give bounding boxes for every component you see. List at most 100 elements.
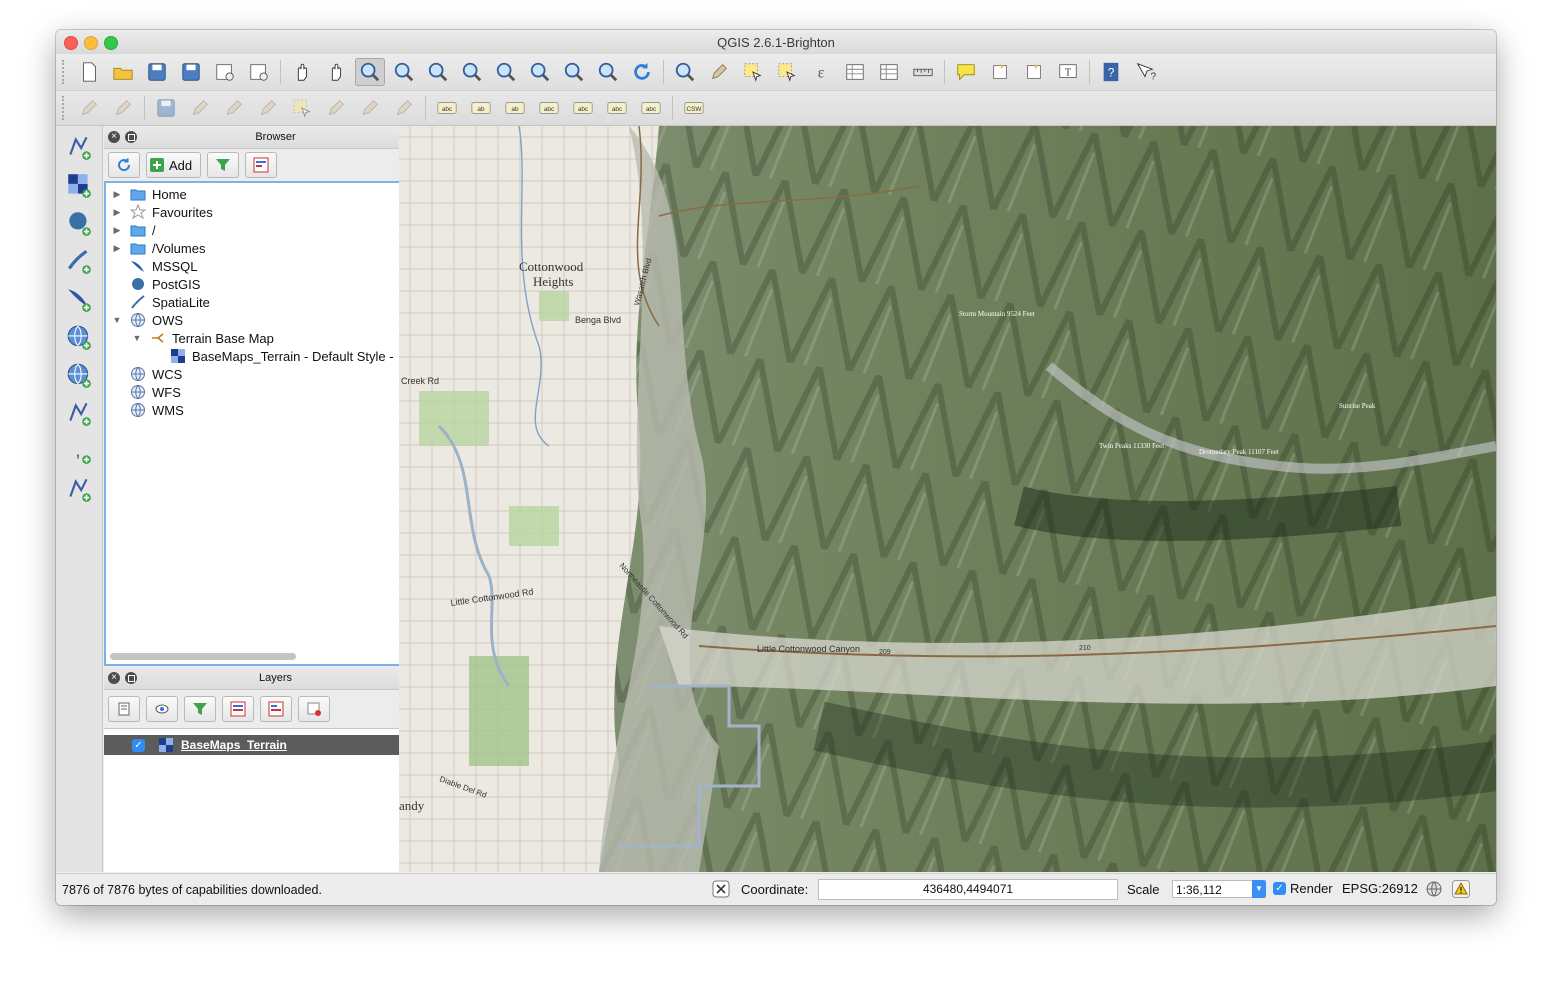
browser-item-ows[interactable]: ▼ OWS	[106, 311, 445, 329]
browser-refresh-button[interactable]	[108, 152, 140, 178]
add-delimited-text-button[interactable]: ,	[62, 434, 96, 468]
browser-item-home[interactable]: ▶ Home	[106, 185, 445, 203]
browser-item-favourites[interactable]: ▶ Favourites	[106, 203, 445, 221]
add-vector-layer-button[interactable]	[62, 130, 96, 164]
measure-button[interactable]	[908, 58, 938, 86]
move-label-button[interactable]: abc	[534, 94, 564, 122]
text-annotation-button[interactable]: T	[1053, 58, 1083, 86]
add-wms-layer-button[interactable]	[62, 320, 96, 354]
pin-labels-button[interactable]: ab	[466, 94, 496, 122]
projection-globe-icon[interactable]	[1425, 880, 1443, 898]
map-tips-button[interactable]	[951, 58, 981, 86]
cut-features-button[interactable]	[321, 94, 351, 122]
chevron-right-icon[interactable]: ▶	[110, 207, 124, 218]
chevron-down-icon[interactable]: ▼	[1252, 880, 1266, 898]
layers-list[interactable]: ✓ BaseMaps_Terrain	[104, 728, 447, 872]
close-panel-icon[interactable]: ×	[108, 672, 120, 684]
node-tool-button[interactable]	[253, 94, 283, 122]
help-contents-button[interactable]: ?	[1096, 58, 1126, 86]
browser-item-postgis[interactable]: PostGIS	[106, 275, 445, 293]
deselect-button[interactable]	[772, 58, 802, 86]
whats-this-button[interactable]: ?	[1130, 58, 1160, 86]
browser-tree[interactable]: ▶ Home ▶ Favourites ▶ / ▶/Volumes MSSQL PostGIS S…	[104, 181, 447, 666]
zoom-last-button[interactable]	[559, 58, 589, 86]
add-feature-button[interactable]	[185, 94, 215, 122]
window-minimize-button[interactable]	[84, 36, 98, 50]
browser-item-wcs[interactable]: WCS	[106, 365, 445, 383]
browser-add-button[interactable]: Add	[146, 152, 202, 178]
show-bookmarks-button[interactable]	[1019, 58, 1049, 86]
layer-visibility-checkbox[interactable]: ✓	[132, 738, 145, 752]
manage-visibility-button[interactable]	[146, 696, 178, 722]
map-canvas[interactable]: Cottonwood Heights Benga Blvd Creek Rd L…	[399, 126, 1496, 872]
open-project-button[interactable]	[108, 58, 138, 86]
browser-item-wms[interactable]: WMS	[106, 401, 445, 419]
zoom-to-selection-button[interactable]	[491, 58, 521, 86]
add-wcs-layer-button[interactable]	[62, 358, 96, 392]
browser-collapse-button[interactable]	[245, 152, 278, 178]
layer-row[interactable]: ✓ BaseMaps_Terrain	[104, 735, 447, 755]
crs-status-button[interactable]: EPSG:26912	[1342, 881, 1418, 896]
expand-all-button[interactable]	[222, 696, 254, 722]
identify-button[interactable]	[670, 58, 700, 86]
browser-item-terrain-base-map[interactable]: ▼ Terrain Base Map	[106, 329, 445, 347]
toolbar-grip[interactable]	[62, 60, 68, 84]
new-shapefile-button[interactable]	[62, 472, 96, 506]
new-project-button[interactable]	[74, 58, 104, 86]
render-checkbox[interactable]: ✓	[1273, 882, 1286, 895]
change-label-button[interactable]: abc	[602, 94, 632, 122]
zoom-full-button[interactable]	[457, 58, 487, 86]
refresh-button[interactable]	[627, 58, 657, 86]
remove-layer-button[interactable]	[298, 696, 330, 722]
add-spatialite-layer-button[interactable]	[62, 244, 96, 278]
browser-item-[interactable]: ▶ /	[106, 221, 445, 239]
zoom-to-layer-button[interactable]	[525, 58, 555, 86]
save-as-button[interactable]	[176, 58, 206, 86]
window-close-button[interactable]	[64, 36, 78, 50]
browser-filter-button[interactable]	[207, 152, 240, 178]
warning-icon[interactable]	[1452, 880, 1470, 898]
chevron-right-icon[interactable]: ▶	[110, 243, 124, 254]
field-calculator-button[interactable]: ε	[806, 58, 836, 86]
window-zoom-button[interactable]	[104, 36, 118, 50]
coordinate-field[interactable]: 436480,4494071	[818, 879, 1118, 900]
filter-legend-button[interactable]	[184, 696, 216, 722]
chevron-right-icon[interactable]: ▶	[110, 225, 124, 236]
add-mssql-layer-button[interactable]	[62, 282, 96, 316]
paste-features-button[interactable]	[389, 94, 419, 122]
toggle-editing-button[interactable]	[108, 94, 138, 122]
toolbar-grip[interactable]	[62, 96, 68, 120]
chevron-down-icon[interactable]: ▼	[110, 315, 124, 325]
add-raster-layer-button[interactable]	[62, 168, 96, 202]
run-feature-action-button[interactable]	[704, 58, 734, 86]
browser-item-volumes[interactable]: ▶ /Volumes	[106, 239, 445, 257]
new-bookmark-button[interactable]	[985, 58, 1015, 86]
float-panel-icon[interactable]	[125, 131, 137, 143]
browser-item-wfs[interactable]: WFS	[106, 383, 445, 401]
chevron-right-icon[interactable]: ▶	[110, 189, 124, 200]
current-edits-button[interactable]	[74, 94, 104, 122]
label-properties-button[interactable]: abc	[636, 94, 666, 122]
save-project-button[interactable]	[142, 58, 172, 86]
zoom-next-button[interactable]	[593, 58, 623, 86]
copy-features-button[interactable]	[355, 94, 385, 122]
float-panel-icon[interactable]	[125, 672, 137, 684]
collapse-all-button[interactable]	[260, 696, 292, 722]
zoom-actual-size-button[interactable]	[423, 58, 453, 86]
pan-to-selection-button[interactable]	[321, 58, 351, 86]
browser-horizontal-scrollbar[interactable]	[110, 653, 296, 660]
zoom-out-button[interactable]	[389, 58, 419, 86]
statistics-button[interactable]	[874, 58, 904, 86]
delete-selected-button[interactable]	[287, 94, 317, 122]
close-panel-icon[interactable]: ×	[108, 131, 120, 143]
zoom-in-button[interactable]	[355, 58, 385, 86]
pan-button[interactable]	[287, 58, 317, 86]
move-feature-button[interactable]	[219, 94, 249, 122]
attribute-table-button[interactable]	[840, 58, 870, 86]
composer-manager-button[interactable]	[244, 58, 274, 86]
show-hide-labels-button[interactable]: ab	[500, 94, 530, 122]
add-group-button[interactable]	[108, 696, 140, 722]
toggle-extents-icon[interactable]	[712, 880, 730, 898]
browser-item-basemaps-terrain-default-style[interactable]: BaseMaps_Terrain - Default Style -	[106, 347, 445, 365]
add-postgis-layer-button[interactable]	[62, 206, 96, 240]
